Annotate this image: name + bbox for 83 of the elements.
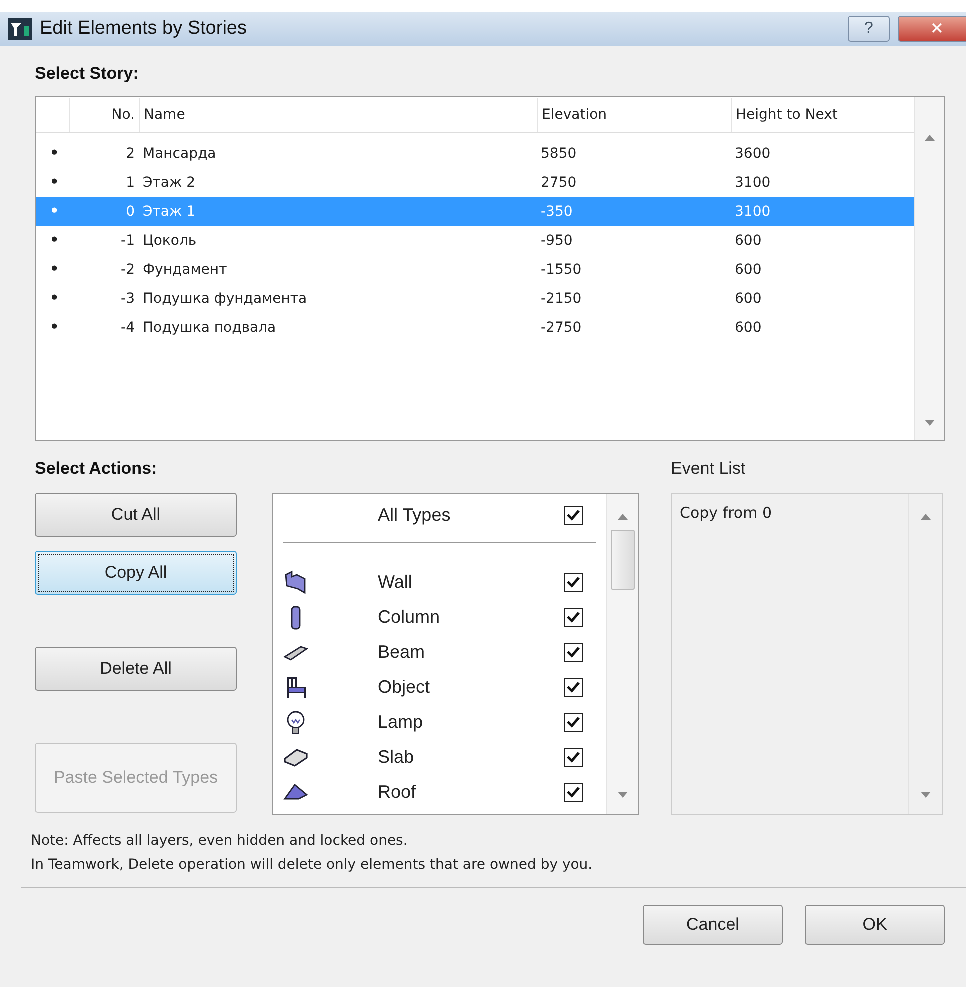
table-cell-text: 600: [734, 232, 763, 248]
scroll-down-icon[interactable]: [618, 792, 628, 798]
note-text: In Teamwork, Delete operation will delete only elements that are owned by you.: [31, 857, 594, 873]
table-cell-text: •: [48, 288, 61, 309]
table-cell-text: -950: [540, 232, 574, 248]
cancel-button[interactable]: Cancel: [643, 905, 783, 945]
table-cell-text: •: [48, 143, 61, 164]
scroll-up-icon[interactable]: [920, 514, 930, 520]
checkbox[interactable]: [564, 748, 583, 767]
column-header[interactable]: Name: [139, 98, 537, 132]
list-item-label: Lamp: [378, 712, 424, 733]
scroll-thumb[interactable]: [610, 530, 634, 590]
table-cell-text: •: [48, 317, 61, 338]
table-cell-text: Мансарда: [142, 146, 218, 162]
table-cell-text: 5850: [540, 146, 578, 162]
list-item-label: Roof: [378, 782, 418, 803]
checkbox[interactable]: [564, 643, 583, 662]
table-cell-text: -350: [540, 204, 574, 220]
table-cell-text: Подушка фундамента: [142, 290, 308, 306]
ok-button[interactable]: OK: [805, 905, 945, 945]
scrollbar[interactable]: [914, 97, 944, 440]
list-item-label: Object: [378, 677, 432, 698]
table-cell-text: -2750: [540, 320, 583, 336]
scroll-up-icon[interactable]: [618, 514, 628, 520]
table-cell-text: 2: [125, 146, 136, 162]
column-header[interactable]: Elevation: [537, 98, 731, 132]
table-cell-text: -1550: [540, 262, 583, 278]
window-title: Edit Elements by Stories: [40, 18, 248, 40]
story-row[interactable]: • 1 Этаж 2 2750 3100: [36, 168, 914, 197]
list-item-label: Wall: [378, 572, 414, 593]
story-row[interactable]: • -4 Подушка подвала -2750 600: [36, 313, 914, 342]
story-row[interactable]: • -2 Фундамент -1550 600: [36, 255, 914, 284]
checkbox[interactable]: [564, 608, 583, 627]
checkbox[interactable]: [564, 713, 583, 732]
table-cell-text: -4: [120, 320, 136, 336]
app-icon: [8, 18, 32, 40]
story-row[interactable]: • 2 Мансарда 5850 3600: [36, 139, 914, 168]
help-button[interactable]: ?: [848, 16, 890, 42]
list-item-label: Beam: [378, 642, 426, 663]
table-cell-text: •: [48, 172, 61, 193]
section-heading: Select Actions:: [35, 459, 158, 480]
table-cell-text: Цоколь: [142, 232, 198, 248]
checkbox[interactable]: [564, 783, 583, 802]
story-row[interactable]: • -3 Подушка фундамента -2150 600: [36, 284, 914, 313]
table-cell-text: 0: [125, 204, 136, 220]
table-cell-text: -2150: [540, 290, 583, 306]
table-cell-text: 600: [734, 290, 763, 306]
story-row[interactable]: • -1 Цоколь -950 600: [36, 226, 914, 255]
action-button[interactable]: Copy All: [35, 551, 237, 595]
table-cell-text: -2: [120, 262, 136, 278]
checkbox[interactable]: [564, 506, 583, 525]
list-item-label: Column: [378, 607, 442, 628]
table-cell-text: 2750: [540, 174, 578, 190]
checkbox[interactable]: [564, 573, 583, 592]
scrollbar[interactable]: [606, 494, 638, 814]
column-header[interactable]: No.: [69, 98, 139, 132]
list-item-label: Slab: [378, 747, 416, 768]
list-item-label: All Types: [378, 505, 452, 526]
table-cell-text: 3100: [734, 174, 772, 190]
table-cell-text: -1: [120, 232, 136, 248]
table-cell-text: Этаж 2: [142, 174, 196, 190]
event-item: Copy from 0: [680, 504, 774, 522]
table-cell-text: •: [48, 230, 61, 251]
table-cell-text: 600: [734, 262, 763, 278]
table-cell-text: -3: [120, 290, 136, 306]
table-cell-text: 3600: [734, 146, 772, 162]
table-cell-text: Этаж 1: [142, 204, 196, 220]
checkbox[interactable]: [564, 678, 583, 697]
table-cell-text: •: [48, 201, 61, 222]
note-text: Note: Affects all layers, even hidden and locked ones.: [31, 833, 409, 849]
table-cell-text: 3100: [734, 204, 772, 220]
table-cell-text: 600: [734, 320, 763, 336]
table-cell-text: Фундамент: [142, 262, 228, 278]
section-heading: Select Story:: [35, 64, 140, 84]
table-cell-text: 1: [125, 174, 136, 190]
table-cell-text: Подушка подвала: [142, 320, 278, 336]
action-button[interactable]: Delete All: [35, 647, 237, 691]
table-cell-text: •: [48, 259, 61, 280]
event-list-label: Event List: [671, 459, 747, 480]
scroll-down-icon[interactable]: [924, 420, 934, 426]
scroll-up-icon[interactable]: [924, 135, 934, 141]
scroll-down-icon[interactable]: [920, 792, 930, 798]
action-button[interactable]: Cut All: [35, 493, 237, 537]
